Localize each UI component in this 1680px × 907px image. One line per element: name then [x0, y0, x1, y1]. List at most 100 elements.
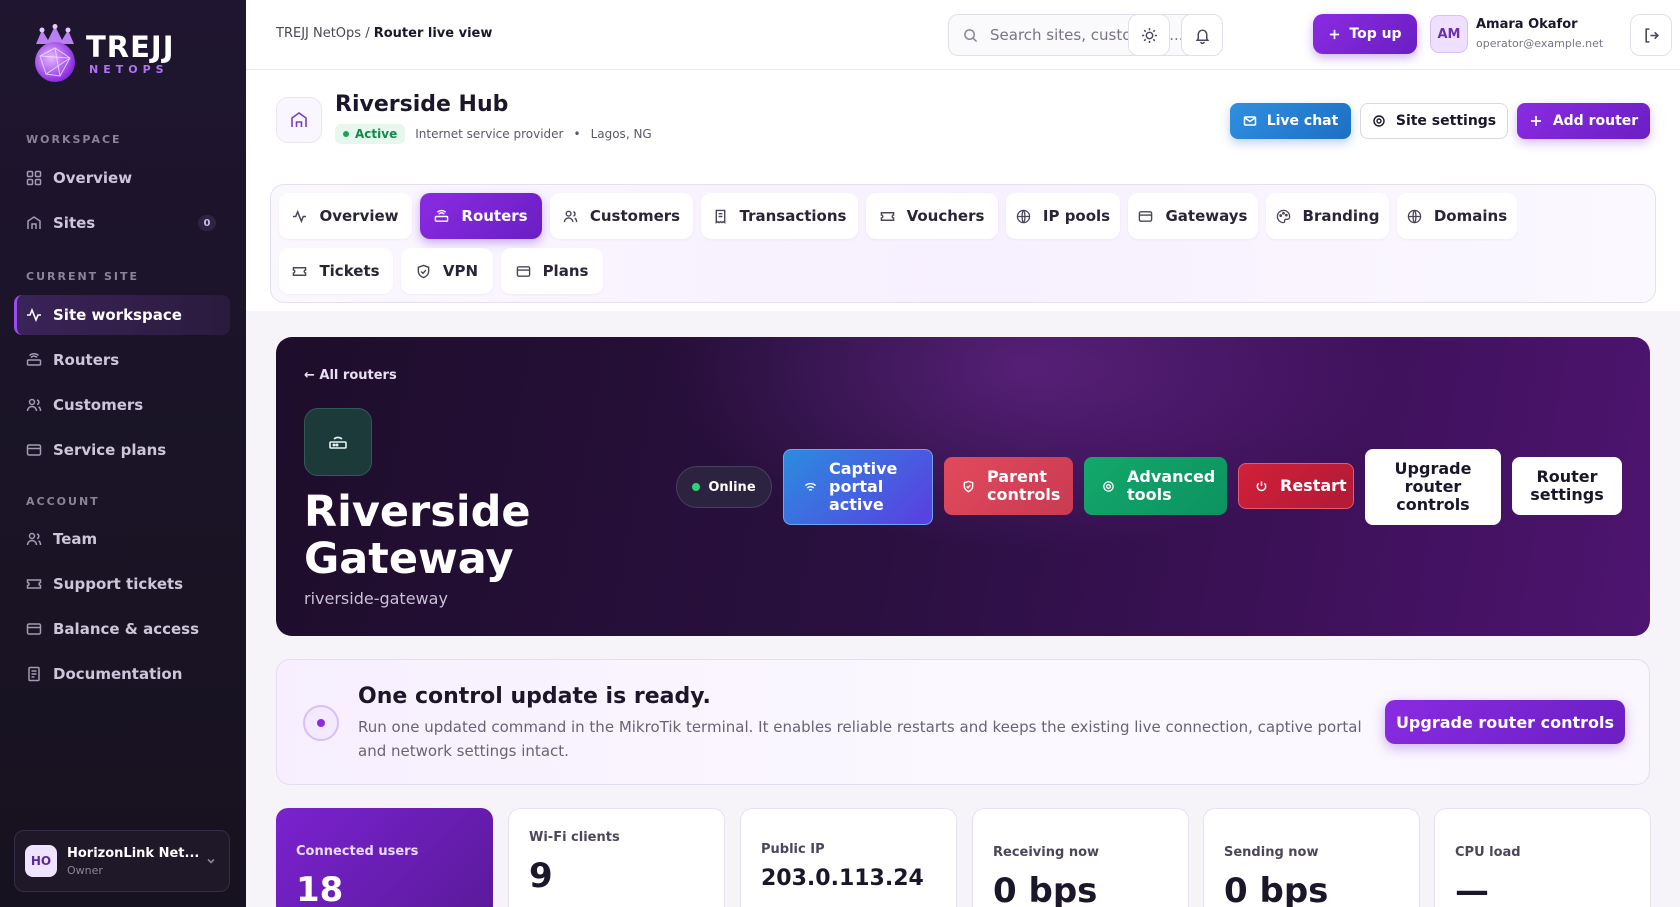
top-up-label: Top up: [1349, 26, 1402, 42]
palette-icon: [1276, 209, 1290, 223]
tab-gateways[interactable]: Gateways: [1128, 193, 1258, 239]
sidebar-item-balance-access[interactable]: Balance & access: [14, 609, 230, 649]
brand-logo[interactable]: TREJJ NETOPS: [30, 24, 175, 84]
gear-icon: [1103, 480, 1114, 492]
gear-icon: [1373, 115, 1385, 127]
status-dot: [343, 131, 349, 137]
section-current-site: CURRENT SITE: [26, 270, 140, 283]
card-icon: [1139, 210, 1153, 222]
tab-routers[interactable]: Routers: [420, 193, 542, 239]
stat-receiving-now: Receiving now 0 bps: [972, 808, 1189, 907]
captive-portal-button[interactable]: Captive portal active: [783, 449, 933, 525]
router-settings-button[interactable]: Router settings: [1512, 457, 1622, 515]
router-icon: [26, 353, 42, 366]
stat-value: 9: [529, 856, 553, 896]
tab-overview[interactable]: Overview: [279, 193, 412, 239]
tab-customers[interactable]: Customers: [550, 193, 693, 239]
stat-label: Receiving now: [993, 845, 1100, 860]
tab-tickets[interactable]: Tickets: [279, 248, 393, 294]
logout-button[interactable]: [1630, 14, 1672, 56]
tab-transactions[interactable]: Transactions: [701, 193, 858, 239]
router-hero: ← All routers Riverside Gateway riversid…: [276, 337, 1650, 636]
tab-label: Customers: [589, 207, 681, 225]
tab-plans[interactable]: Plans: [501, 248, 603, 294]
account-switcher[interactable]: HO HorizonLink Net... Owner: [14, 830, 230, 892]
sidebar-item-documentation[interactable]: Documentation: [14, 654, 230, 694]
stat-sending-now: Sending now 0 bps: [1203, 808, 1420, 907]
site-title: Riverside Hub: [335, 92, 509, 117]
users-icon: [563, 210, 578, 222]
sidebar-item-label: Site workspace: [53, 306, 182, 324]
sidebar-item-routers[interactable]: Routers: [14, 340, 230, 380]
site-icon: [276, 97, 322, 143]
meta-separator: •: [573, 127, 581, 141]
tab-vouchers[interactable]: Vouchers: [866, 193, 998, 239]
advanced-tools-label: Advanced tools: [1127, 467, 1216, 504]
update-indicator-icon: [303, 705, 339, 741]
sidebar-item-service-plans[interactable]: Service plans: [14, 430, 230, 470]
bell-icon: [1195, 28, 1209, 44]
upgrade-router-controls-banner-button[interactable]: Upgrade router controls: [1385, 700, 1625, 744]
tab-label: Branding: [1302, 207, 1380, 225]
tab-label: Tickets: [319, 262, 380, 280]
stat-value: 0 bps: [993, 871, 1098, 907]
stat-label: Wi-Fi clients: [529, 830, 620, 845]
live-chat-button[interactable]: Live chat: [1230, 103, 1351, 139]
sites-count-badge: 0: [198, 215, 216, 231]
router-icon: [435, 209, 449, 222]
user-email: operator@example.net: [1476, 37, 1604, 50]
sidebar-item-customers[interactable]: Customers: [14, 385, 230, 425]
tab-ip-pools[interactable]: IP pools: [1006, 193, 1120, 239]
sidebar-item-team[interactable]: Team: [14, 519, 230, 559]
site-location: Lagos, NG: [590, 127, 652, 141]
card-icon: [26, 623, 42, 635]
crown-globe-icon: [35, 24, 75, 82]
site-settings-button[interactable]: Site settings: [1360, 103, 1508, 139]
card-icon: [516, 265, 530, 277]
add-router-label: Add router: [1552, 113, 1639, 129]
add-router-button[interactable]: Add router: [1517, 103, 1650, 139]
topbar: TREJJ NetOps / Router live view Top up A…: [246, 0, 1680, 70]
all-routers-link[interactable]: ← All routers: [304, 368, 397, 383]
parent-controls-label: Parent controls: [987, 467, 1061, 504]
tab-branding[interactable]: Branding: [1266, 193, 1389, 239]
logout-icon: [1644, 27, 1659, 43]
tab-domains[interactable]: Domains: [1397, 193, 1517, 239]
avatar[interactable]: AM: [1430, 15, 1468, 53]
upgrade-router-controls-button[interactable]: Upgrade router controls: [1365, 449, 1501, 525]
advanced-tools-button[interactable]: Advanced tools: [1084, 457, 1227, 515]
sidebar-item-label: Documentation: [53, 665, 183, 683]
parent-controls-button[interactable]: Parent controls: [944, 457, 1073, 515]
tab-vpn[interactable]: VPN: [401, 248, 493, 294]
router-tile: [304, 408, 372, 476]
site-tabs: Overview Routers Customers Transactions …: [270, 184, 1656, 303]
card-icon: [26, 444, 42, 456]
brand-sub: NETOPS: [89, 63, 169, 76]
sidebar-item-sites[interactable]: Sites 0: [14, 203, 230, 243]
sidebar-item-site-workspace[interactable]: Site workspace: [14, 295, 230, 335]
breadcrumb-root[interactable]: TREJJ NetOps: [276, 26, 361, 41]
stat-wifi-clients: Wi-Fi clients 9: [508, 808, 725, 907]
sidebar-item-overview[interactable]: Overview: [14, 158, 230, 198]
update-description: Run one updated command in the MikroTik …: [358, 718, 1362, 760]
sidebar-item-label: Service plans: [53, 441, 167, 459]
restart-label: Restart: [1280, 476, 1347, 495]
top-up-button[interactable]: Top up: [1313, 14, 1417, 54]
stat-value: 203.0.113.24: [761, 866, 924, 891]
stat-value: 18: [296, 870, 344, 907]
stat-value: —: [1455, 871, 1489, 907]
control-update-banner: One control update is ready. Run one upd…: [276, 659, 1650, 785]
stat-label: Public IP: [761, 842, 825, 857]
sidebar-item-support-tickets[interactable]: Support tickets: [14, 564, 230, 604]
power-icon: [1256, 480, 1267, 491]
breadcrumb: TREJJ NetOps / Router live view: [276, 26, 492, 41]
notifications-button[interactable]: [1181, 14, 1223, 56]
tab-label: Transactions: [739, 207, 847, 225]
router-icon: [329, 431, 347, 449]
theme-toggle-button[interactable]: [1128, 14, 1170, 56]
stat-cpu-load: CPU load —: [1434, 808, 1651, 907]
chevron-down-icon: [207, 858, 215, 864]
restart-button[interactable]: Restart: [1238, 463, 1354, 509]
tab-label: Gateways: [1165, 207, 1248, 225]
router-status-label: Online: [708, 479, 756, 495]
